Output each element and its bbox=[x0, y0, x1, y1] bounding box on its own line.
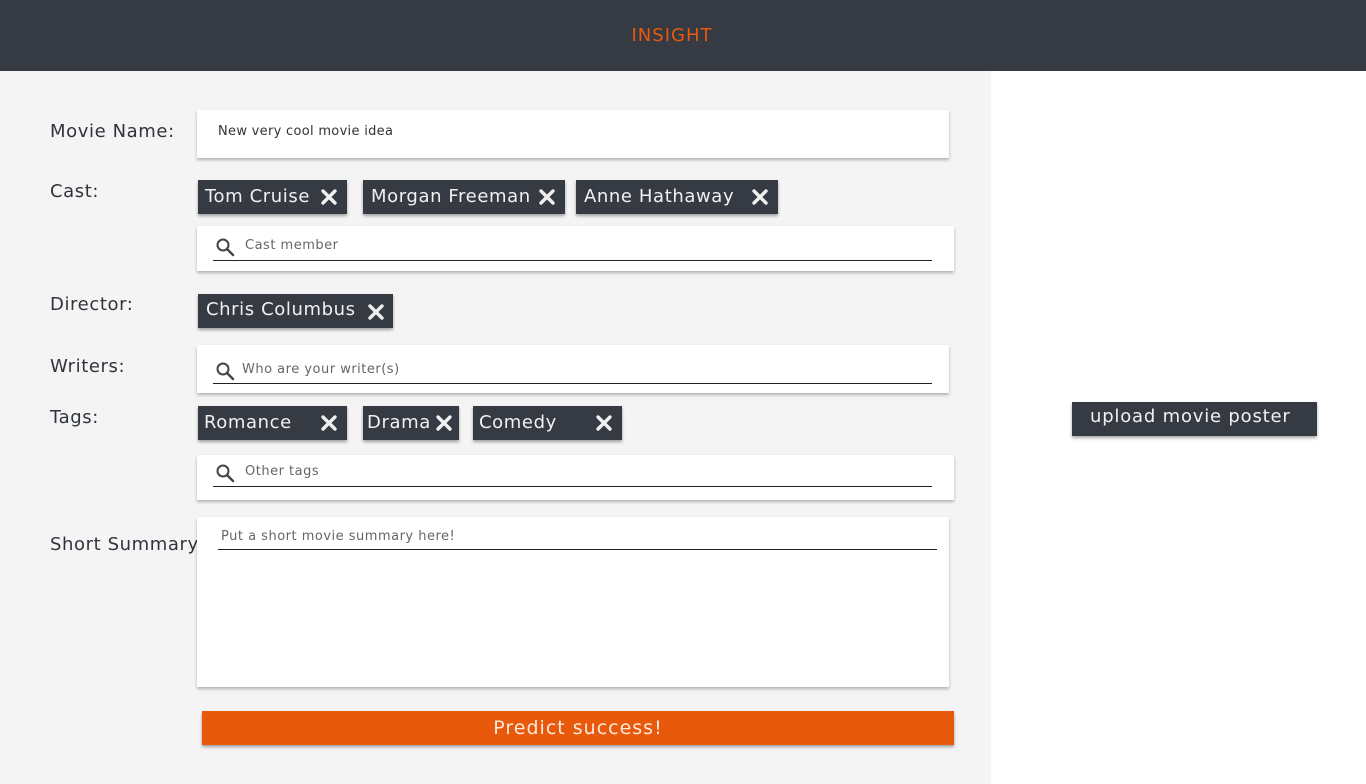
chip-label: Romance bbox=[204, 412, 292, 433]
upload-poster-label: upload movie poster bbox=[1090, 406, 1291, 427]
input-underline bbox=[213, 383, 932, 384]
close-icon[interactable] bbox=[367, 303, 385, 321]
input-underline bbox=[213, 260, 932, 261]
top-bar: INSIGHT bbox=[0, 0, 1366, 71]
chip-label: Chris Columbus bbox=[206, 299, 356, 320]
director-chip: Chris Columbus bbox=[198, 294, 393, 328]
tags-search-field[interactable]: Other tags bbox=[197, 455, 954, 500]
upload-poster-button[interactable]: upload movie poster bbox=[1072, 402, 1317, 436]
search-icon bbox=[215, 237, 235, 257]
close-icon[interactable] bbox=[538, 188, 556, 206]
writers-search-placeholder[interactable]: Who are your writer(s) bbox=[242, 362, 400, 377]
close-icon[interactable] bbox=[320, 188, 338, 206]
chip-label: Tom Cruise bbox=[205, 186, 311, 207]
tag-chip: Comedy bbox=[473, 406, 622, 440]
chip-label: Comedy bbox=[479, 412, 557, 433]
summary-label: Short Summary: bbox=[50, 534, 205, 555]
cast-chip: Morgan Freeman bbox=[363, 180, 565, 214]
predict-success-button[interactable]: Predict success! bbox=[202, 711, 954, 745]
tag-chip: Drama bbox=[363, 406, 459, 440]
close-icon[interactable] bbox=[595, 414, 613, 432]
chip-label: Drama bbox=[367, 412, 431, 433]
tags-label: Tags: bbox=[50, 407, 99, 428]
cast-search-field[interactable]: Cast member bbox=[197, 226, 954, 271]
cast-chip: Anne Hathaway bbox=[576, 180, 778, 214]
search-icon bbox=[215, 361, 235, 381]
movie-name-label: Movie Name: bbox=[50, 121, 175, 142]
movie-name-field[interactable]: New very cool movie idea bbox=[197, 110, 949, 158]
cast-label: Cast: bbox=[50, 181, 100, 202]
tag-chip: Romance bbox=[198, 406, 347, 440]
cast-chip: Tom Cruise bbox=[198, 180, 347, 214]
chip-label: Anne Hathaway bbox=[584, 186, 735, 207]
close-icon[interactable] bbox=[320, 414, 338, 432]
summary-placeholder[interactable]: Put a short movie summary here! bbox=[221, 529, 455, 544]
close-icon[interactable] bbox=[435, 414, 453, 432]
tags-search-placeholder[interactable]: Other tags bbox=[245, 464, 319, 479]
summary-textarea[interactable]: Put a short movie summary here! bbox=[197, 517, 949, 687]
director-label: Director: bbox=[50, 294, 134, 315]
chip-label: Morgan Freeman bbox=[371, 186, 531, 207]
cast-search-placeholder[interactable]: Cast member bbox=[245, 238, 338, 253]
search-icon bbox=[215, 463, 235, 483]
writers-label: Writers: bbox=[50, 356, 126, 377]
movie-name-value[interactable]: New very cool movie idea bbox=[218, 124, 393, 139]
app-title: INSIGHT bbox=[631, 25, 713, 46]
writers-search-field[interactable]: Who are your writer(s) bbox=[197, 345, 949, 393]
input-underline bbox=[218, 549, 937, 550]
close-icon[interactable] bbox=[751, 188, 769, 206]
input-underline bbox=[213, 486, 932, 487]
